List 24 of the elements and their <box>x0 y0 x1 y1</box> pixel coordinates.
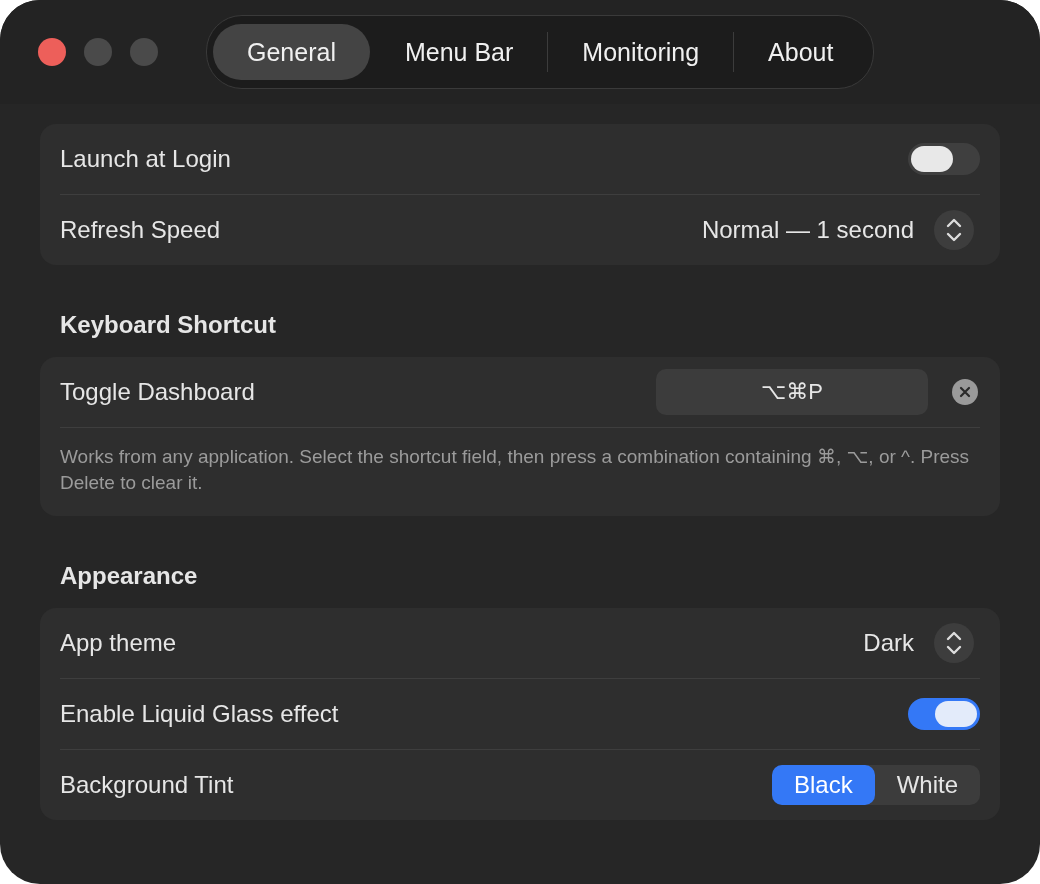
toggle-switch[interactable] <box>908 698 980 730</box>
tab[interactable]: Menu Bar <box>370 24 548 80</box>
setting-label: Enable Liquid Glass effect <box>60 700 340 728</box>
setting-label: Launch at Login <box>60 145 232 173</box>
setting-label: Refresh Speed <box>60 216 222 244</box>
setting-label: Toggle Dashboard <box>60 378 256 406</box>
segment[interactable]: Black <box>771 765 875 805</box>
close-button[interactable] <box>38 38 66 66</box>
tab[interactable]: About <box>734 24 868 80</box>
toggle-switch[interactable] <box>908 143 980 175</box>
stepper-chevron-icon[interactable] <box>934 623 974 663</box>
setting-label: App theme <box>60 629 178 657</box>
popup-value[interactable]: Normal — 1 second <box>701 216 914 244</box>
tab[interactable]: General <box>213 24 370 80</box>
tab[interactable]: Monitoring <box>548 24 734 80</box>
setting-label: Background Tint <box>60 771 235 799</box>
clear-icon[interactable] <box>952 379 978 405</box>
shortcut-field[interactable]: ⌥⌘P <box>656 369 928 415</box>
stepper-chevron-icon[interactable] <box>934 210 974 250</box>
section-heading: Appearance <box>59 561 199 591</box>
help-text: Works from any application. Select the shortcut field, then press a combination containing ⌘, ⌥, or ^. Press Delete to clear it. <box>60 445 971 495</box>
segment[interactable]: White <box>874 765 980 805</box>
section-heading: Keyboard Shortcut <box>59 310 278 340</box>
popup-value[interactable]: Dark <box>863 629 914 657</box>
